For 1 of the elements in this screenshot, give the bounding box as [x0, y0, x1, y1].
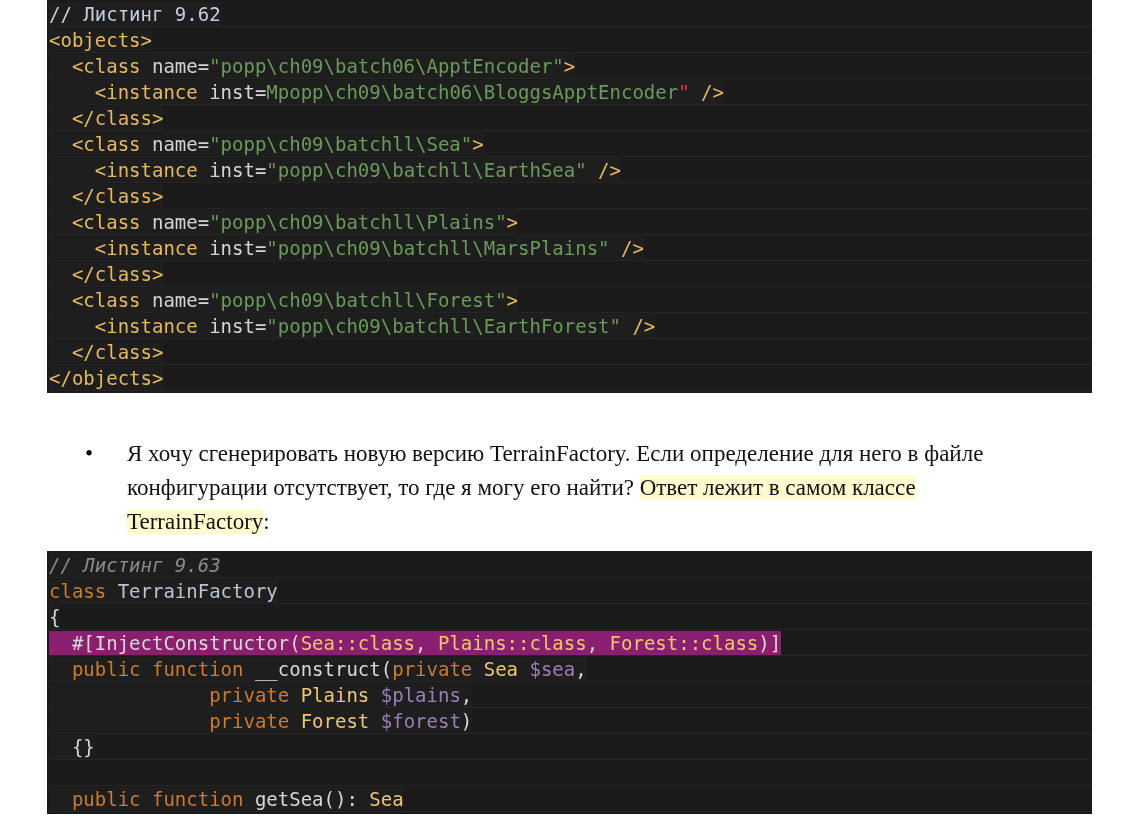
bullet-mark: •: [85, 440, 95, 468]
